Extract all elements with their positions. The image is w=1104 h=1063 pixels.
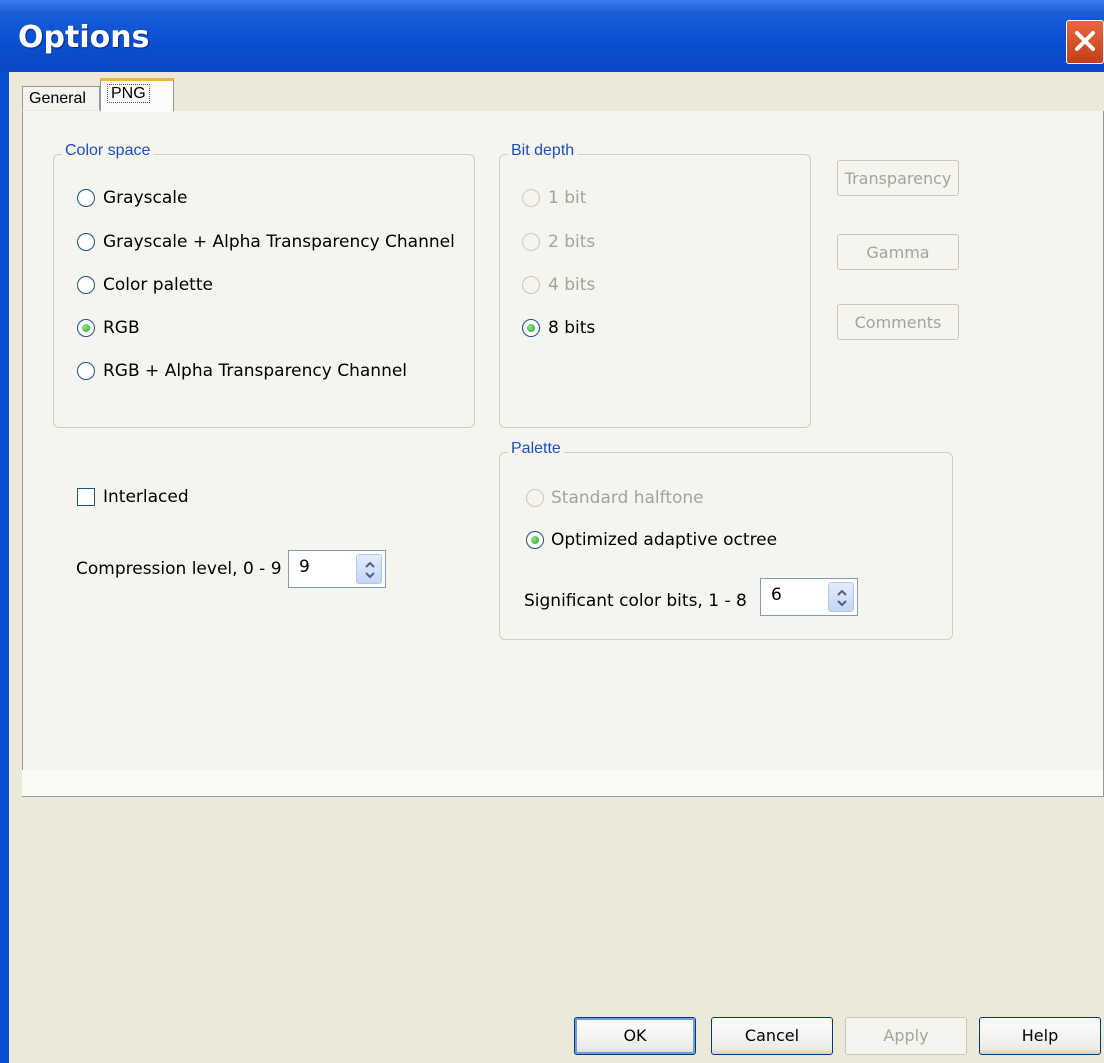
apply-button[interactable]: Apply: [845, 1017, 967, 1055]
significant-bits-spin-buttons[interactable]: [828, 582, 854, 612]
window-frame-left: [0, 72, 9, 1063]
interlaced-label[interactable]: Interlaced: [103, 486, 189, 508]
cancel-button[interactable]: Cancel: [711, 1017, 833, 1055]
radio-1-bit: [522, 189, 540, 207]
palette-label: Palette: [508, 440, 564, 458]
radio-standard-halftone: [526, 489, 544, 507]
compression-spin-buttons[interactable]: [356, 554, 382, 584]
significant-bits-label: Significant color bits, 1 - 8: [524, 591, 747, 611]
color-space-label: Color space: [62, 142, 154, 160]
compression-level-spinner[interactable]: 9: [288, 550, 386, 588]
significant-bits-spinner[interactable]: 6: [760, 578, 858, 616]
tab-panel-bottom-strip: [22, 770, 1103, 796]
radio-grayscale-alpha[interactable]: [77, 233, 95, 251]
radio-color-palette[interactable]: [77, 276, 95, 294]
spin-arrows-icon: [365, 561, 375, 579]
standard-halftone-label: Standard halftone: [551, 488, 704, 508]
title-bar[interactable]: Options: [0, 0, 1104, 72]
gamma-button[interactable]: Gamma: [837, 234, 959, 270]
ok-button[interactable]: OK: [574, 1017, 696, 1055]
help-button[interactable]: Help: [979, 1017, 1101, 1055]
compression-level-label: Compression level, 0 - 9: [76, 559, 282, 579]
bit-depth-label: Bit depth: [508, 142, 578, 160]
radio-optimized-octree[interactable]: [526, 531, 544, 549]
radio-4-bits: [522, 276, 540, 294]
4-bits-label: 4 bits: [548, 275, 596, 295]
window-title: Options: [18, 20, 150, 55]
radio-8-bits[interactable]: [522, 319, 540, 337]
tab-png[interactable]: PNG: [100, 78, 174, 112]
comments-button[interactable]: Comments: [837, 304, 959, 340]
bit-depth-group: Bit depth: [499, 142, 811, 428]
rgb-label[interactable]: RGB: [103, 317, 140, 339]
radio-rgb-alpha[interactable]: [77, 362, 95, 380]
8-bits-label[interactable]: 8 bits: [548, 317, 595, 339]
radio-2-bits: [522, 233, 540, 251]
tab-general[interactable]: General: [22, 86, 100, 110]
2-bits-label: 2 bits: [548, 232, 596, 252]
compression-level-value[interactable]: 9: [299, 557, 310, 577]
tab-png-label: PNG: [107, 84, 150, 103]
grayscale-label[interactable]: Grayscale: [103, 187, 187, 209]
radio-rgb[interactable]: [77, 319, 95, 337]
spin-arrows-icon: [837, 589, 847, 607]
optimized-octree-label[interactable]: Optimized adaptive octree: [551, 529, 777, 551]
close-icon: [1075, 31, 1095, 51]
options-dialog: Options General PNG Color space Grayscal…: [0, 0, 1104, 1063]
1-bit-label: 1 bit: [548, 188, 587, 208]
close-button[interactable]: [1066, 20, 1104, 64]
color-palette-label[interactable]: Color palette: [103, 274, 213, 296]
significant-bits-value[interactable]: 6: [771, 585, 782, 605]
rgb-alpha-label[interactable]: RGB + Alpha Transparency Channel: [103, 360, 407, 382]
radio-grayscale[interactable]: [77, 189, 95, 207]
interlaced-checkbox[interactable]: [77, 488, 95, 506]
grayscale-alpha-label[interactable]: Grayscale + Alpha Transparency Channel: [103, 231, 455, 253]
transparency-button[interactable]: Transparency: [837, 160, 959, 196]
